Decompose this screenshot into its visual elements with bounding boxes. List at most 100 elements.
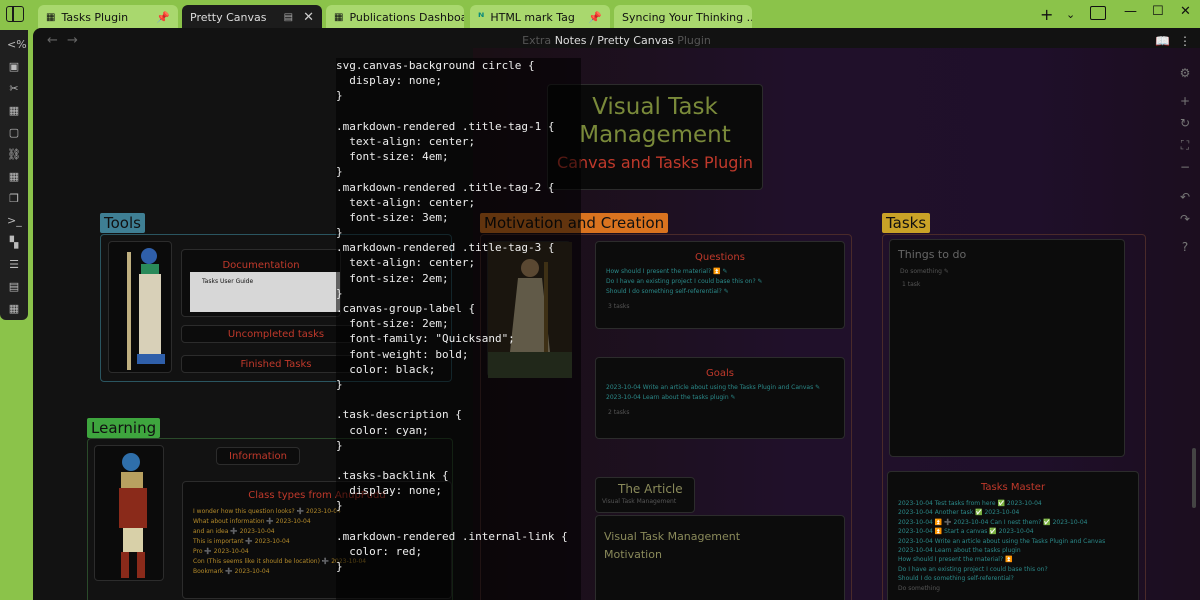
task-item[interactable]: 2023-10-04 ⏫ Start a canvas ✅ 2023-10-04	[888, 527, 1138, 536]
file-explorer-icon[interactable]: ▣	[7, 60, 21, 74]
group-label-tools[interactable]: Tools	[100, 213, 145, 233]
n-icon: ᴺ	[478, 10, 485, 24]
code-line: font-size: 2em;	[336, 271, 449, 285]
css-snippet-overlay: svg.canvas-background circle { display: …	[336, 58, 581, 600]
task-item[interactable]: 2023-10-04 Learn about the tasks plugin …	[596, 393, 844, 403]
close-tab-icon[interactable]: ✕	[303, 10, 314, 25]
group-label-tasks[interactable]: Tasks	[882, 213, 931, 233]
tab-bar: ▦ Tasks Plugin 📌 Pretty Canvas ▤ ✕ ▦ Pub…	[0, 0, 1200, 30]
task-item[interactable]: Do I have an existing project I could ba…	[888, 565, 1138, 574]
left-ribbon: <% ▣ ✂ ▦ ▢ ⛓ ▦ ❐ >_ ▚ ☰ ▤ ▦	[0, 30, 28, 320]
more-options-icon[interactable]: ⋮	[1179, 34, 1191, 48]
tools-icon[interactable]: ✂	[7, 82, 21, 96]
egyptian-figure-image	[108, 241, 172, 373]
things-to-do-card[interactable]: Things to do Do something ✎ 1 task	[889, 239, 1125, 457]
code-line: .canvas-group-label {	[336, 302, 476, 315]
pin-icon[interactable]: 📌	[156, 11, 170, 24]
breadcrumb: Extra Notes / Pretty Canvas Plugin	[522, 34, 711, 47]
code-line: color: cyan;	[336, 423, 429, 437]
layout-icon[interactable]: ▤	[7, 280, 21, 294]
terminal-icon[interactable]: >_	[7, 214, 22, 228]
canvas-view[interactable]: ← → Extra Notes / Pretty Canvas Plugin 📖…	[33, 28, 1200, 600]
task-item[interactable]: How should I present the material? ⏫ ✎	[596, 267, 844, 277]
tasks-master-card[interactable]: Tasks Master 2023-10-04 Test tasks from …	[887, 471, 1139, 600]
table-icon[interactable]: ▦	[7, 104, 21, 118]
article-body-card[interactable]: Visual Task Management Motivation	[595, 515, 845, 600]
tab-syncing-your-thinking[interactable]: Syncing Your Thinking ... ▤	[614, 5, 752, 29]
code-line: display: none;	[336, 74, 442, 88]
grid-icon: ▦	[334, 11, 344, 23]
tab-tasks-plugin[interactable]: ▦ Tasks Plugin 📌	[38, 5, 178, 29]
new-tab-icon[interactable]: +	[1040, 5, 1053, 25]
list-plus-icon[interactable]: ☰	[7, 258, 21, 272]
task-item[interactable]: 2023-10-04 Write an article about using …	[596, 383, 844, 393]
information-card[interactable]: Information	[216, 447, 300, 465]
scrollbar[interactable]	[1192, 448, 1196, 508]
code-line: }	[336, 165, 343, 179]
egyptian-god-image	[94, 445, 164, 581]
questions-card[interactable]: Questions How should I present the mater…	[595, 241, 845, 329]
reading-view-icon[interactable]: 📖	[1155, 34, 1170, 48]
task-item[interactable]: Should I do something self-referential?	[888, 574, 1138, 583]
task-item[interactable]: Do something ✎	[890, 261, 1124, 277]
task-item[interactable]: Should I do something self-referential? …	[596, 287, 844, 297]
grid-icon[interactable]: ▦	[7, 170, 21, 184]
code-line: }	[336, 377, 343, 391]
code-line: }	[336, 438, 343, 452]
blocks-icon[interactable]: ▚	[7, 236, 21, 250]
task-item[interactable]: Do I have an existing project I could ba…	[596, 277, 844, 287]
redo-icon[interactable]: ↷	[1178, 212, 1192, 226]
group-label-learning[interactable]: Learning	[87, 418, 161, 438]
code-line: .markdown-rendered .title-tag-1 {	[336, 119, 555, 133]
minimize-icon[interactable]: —	[1124, 4, 1137, 19]
view-header: ← → Extra Notes / Pretty Canvas Plugin 📖…	[33, 28, 1200, 54]
group-tasks[interactable]: Things to do Do something ✎ 1 task Tasks…	[882, 234, 1146, 600]
goals-card[interactable]: Goals 2023-10-04 Write an article about …	[595, 357, 845, 439]
the-article-card[interactable]: The Article Visual Task Management	[595, 477, 695, 513]
reset-zoom-icon[interactable]: ↻	[1178, 116, 1192, 130]
code-line: font-size: 2em;	[336, 317, 449, 331]
close-window-icon[interactable]: ✕	[1180, 4, 1191, 19]
left-sidebar-toggle-icon[interactable]	[6, 6, 24, 22]
code-line: font-weight: bold;	[336, 347, 469, 361]
tab-publications-dashboard[interactable]: ▦ Publications Dashboard	[326, 5, 464, 29]
code-line: }	[336, 89, 343, 103]
right-sidebar-toggle-icon[interactable]	[1090, 6, 1106, 20]
undo-icon[interactable]: ↶	[1178, 190, 1192, 204]
zoom-in-icon[interactable]: +	[1178, 94, 1192, 108]
task-item[interactable]: 2023-10-04 ⏫ ➕ 2023-10-04 Can I nest the…	[888, 518, 1138, 527]
calendar-icon[interactable]: ▦	[7, 302, 21, 316]
pin-icon[interactable]: 📌	[588, 11, 602, 24]
code-line: }	[336, 226, 343, 240]
canvas-icon: ▤	[283, 11, 294, 23]
doc-preview[interactable]: Tasks User Guide	[190, 272, 340, 312]
task-item[interactable]: 2023-10-04 Learn about the tasks plugin	[888, 546, 1138, 555]
task-item[interactable]: Do something	[888, 584, 1138, 593]
fit-view-icon[interactable]: ⛶	[1178, 138, 1192, 152]
maximize-icon[interactable]: ☐	[1152, 4, 1164, 19]
code-line: font-family: "Quicksand";	[336, 332, 515, 346]
copy-icon[interactable]: ❐	[7, 192, 21, 206]
settings-icon[interactable]: ⚙	[1178, 66, 1192, 80]
tab-html-mark-tag[interactable]: ᴺ HTML mark Tag 📌	[470, 5, 610, 29]
code-line: color: black;	[336, 362, 436, 376]
chevron-down-icon[interactable]: ⌄	[1066, 8, 1075, 28]
task-item[interactable]: 2023-10-04 Another task ✅ 2023-10-04	[888, 508, 1138, 517]
code-icon[interactable]: <%	[7, 38, 27, 52]
task-item[interactable]: 2023-10-04 Test tasks from here ✅ 2023-1…	[888, 499, 1138, 508]
help-icon[interactable]: ?	[1178, 240, 1192, 254]
tab-pretty-canvas[interactable]: Pretty Canvas ▤ ✕	[182, 5, 322, 29]
code-line: .markdown-rendered .title-tag-2 {	[336, 180, 555, 194]
code-line: text-align: center;	[336, 134, 476, 148]
code-line: font-size: 4em;	[336, 150, 449, 164]
task-item[interactable]: How should I present the material? ⏫	[888, 555, 1138, 564]
document-icon[interactable]: ▢	[7, 126, 21, 140]
graph-icon[interactable]: ⛓	[7, 148, 21, 162]
code-line: color: red;	[336, 545, 423, 558]
code-line: .task-description {	[336, 408, 462, 422]
documentation-card[interactable]: Documentation Tasks User Guide	[181, 249, 341, 317]
zoom-out-icon[interactable]: −	[1178, 160, 1192, 174]
task-item[interactable]: 2023-10-04 Write an article about using …	[888, 537, 1138, 546]
